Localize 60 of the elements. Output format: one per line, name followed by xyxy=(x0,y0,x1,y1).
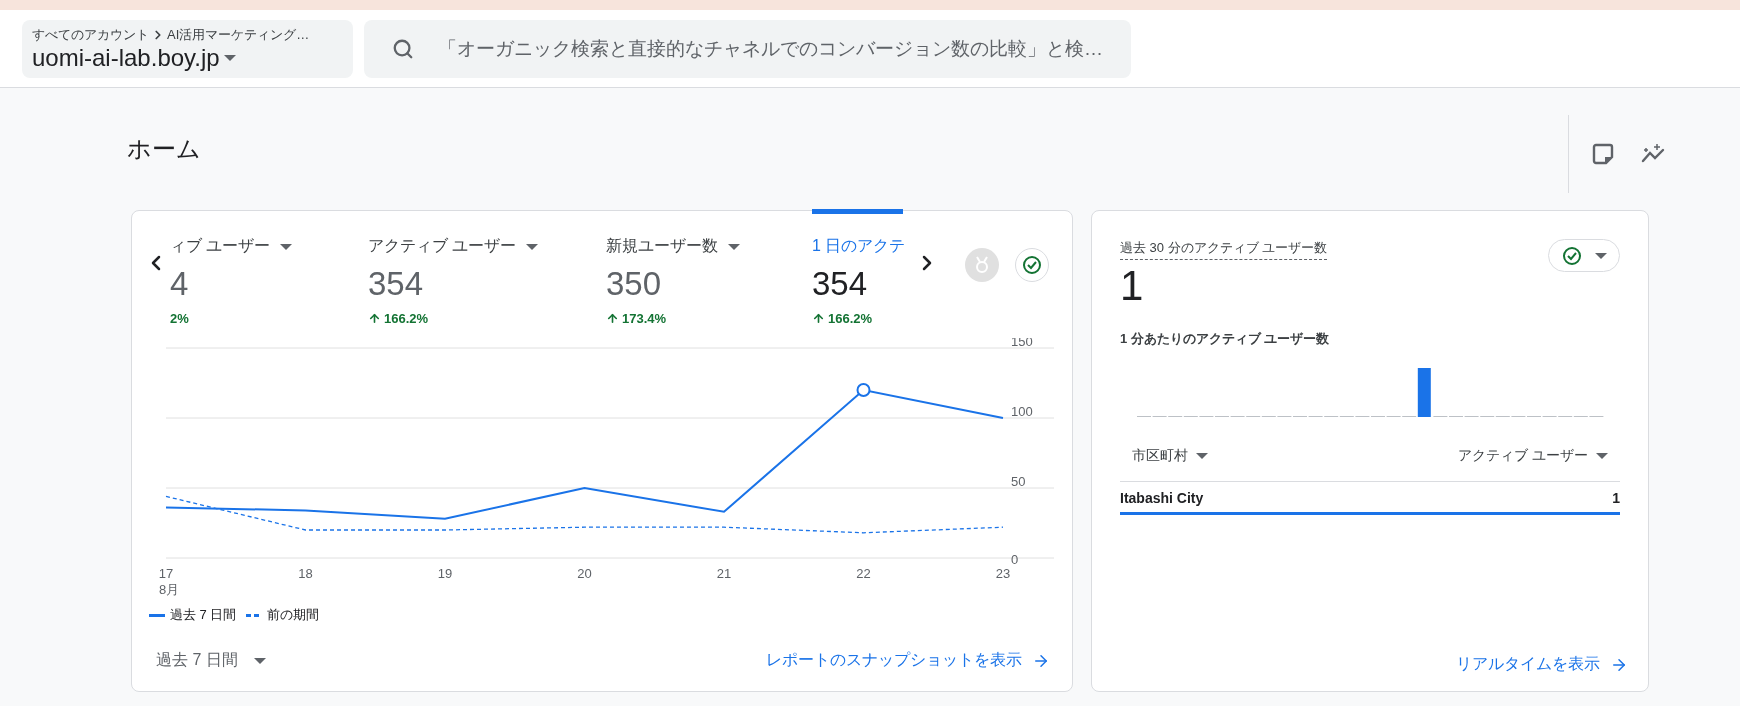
axis-label: 21 xyxy=(716,566,732,581)
axis-label: 20 xyxy=(577,566,592,581)
up-arrow-icon xyxy=(812,312,825,325)
metric-value: 354 xyxy=(812,265,869,303)
axis-label: 8月 xyxy=(159,582,180,597)
metric-value: 350 xyxy=(606,265,663,303)
up-arrow-icon xyxy=(606,312,619,325)
axis-label: 22 xyxy=(856,566,871,581)
axis-label: 17 xyxy=(158,566,174,581)
realtime-link[interactable]: リアルタイムを表示 xyxy=(1456,654,1628,675)
chart-subtitle: 1 分あたりのアクティブ ユーザー数 xyxy=(1120,330,1331,348)
axis-label: 18 xyxy=(298,566,313,581)
card-title: 過去 30 分のアクティブ ユーザー数 xyxy=(1120,239,1328,260)
axis-label: 50 xyxy=(1011,474,1026,489)
status-dropdown[interactable] xyxy=(1548,239,1620,272)
axis-label: 0 xyxy=(1011,552,1019,567)
search-icon xyxy=(392,37,414,60)
metric-label: ィブ ユーザー xyxy=(170,236,271,256)
metric-value: 354 xyxy=(368,265,425,303)
metric-label: アクティブ ユーザー xyxy=(368,236,517,256)
axis-label: 19 xyxy=(437,566,453,581)
legend-label: 前の期間 xyxy=(267,606,320,624)
metric-tab[interactable]: アクティブ ユーザー 354 166.2% xyxy=(368,211,606,338)
metric-tab[interactable]: ィブ ユーザー 4 2% xyxy=(170,211,368,338)
report-snapshot-link[interactable]: レポートのスナップショットを表示 xyxy=(766,650,1050,671)
caret-icon xyxy=(526,243,539,250)
metric-tab[interactable]: 新規ユーザー数 350 173.4% xyxy=(606,211,812,338)
metric-value: 4 xyxy=(170,265,190,303)
legend-line-icon xyxy=(149,613,165,617)
metric-change: 166.2% xyxy=(828,311,873,326)
caret-icon xyxy=(728,243,740,250)
metric-change: 166.2% xyxy=(384,311,429,326)
metric-label: 1 日のアクテ xyxy=(812,236,906,256)
breadcrumb-text: AI活用マーケティング… xyxy=(167,25,310,44)
caret-icon xyxy=(280,243,293,250)
metric-change: 173.4% xyxy=(622,311,667,326)
realtime-value: 1 xyxy=(1120,262,1145,310)
property-name: uomi-ai-lab.boy.jp xyxy=(32,43,220,72)
metric-label: 新規ユーザー数 xyxy=(606,236,718,256)
table-cell: Itabashi City xyxy=(1120,490,1204,506)
legend-label: 過去 7 日間 xyxy=(170,606,237,624)
property-selector[interactable]: すべてのアカウント AI活用マーケティング… uomi-ai-lab.boy.jp xyxy=(22,19,353,78)
column-header[interactable]: 市区町村 xyxy=(1132,447,1208,465)
search-input[interactable]: 「オーガニック検索と直接的なチャネルでのコンバージョン数の比較」と検… xyxy=(436,36,1120,61)
date-range-dropdown[interactable]: 過去 7 日間 xyxy=(152,646,270,675)
table-cell: 1 xyxy=(1612,490,1620,506)
check-circle-icon[interactable] xyxy=(1015,248,1049,282)
breadcrumb-link[interactable]: すべてのアカウント xyxy=(32,25,149,44)
axis-label: 23 xyxy=(995,566,1011,581)
up-arrow-icon xyxy=(368,312,381,325)
metric-change: 2% xyxy=(170,311,189,326)
search-field[interactable]: 「オーガニック検索と直接的なチャネルでのコンバージョン数の比較」と検… xyxy=(364,19,1131,78)
caret-icon xyxy=(223,54,236,61)
page-title: ホーム xyxy=(127,134,202,164)
column-header[interactable]: アクティブ ユーザー xyxy=(1458,447,1608,465)
data-point-marker xyxy=(856,383,871,397)
check-circle-icon xyxy=(1561,245,1582,266)
axis-label: 100 xyxy=(1011,404,1033,419)
metric-tab[interactable]: 1 日のアクテ 354 166.2% xyxy=(812,211,903,338)
note-icon[interactable] xyxy=(1592,143,1614,165)
